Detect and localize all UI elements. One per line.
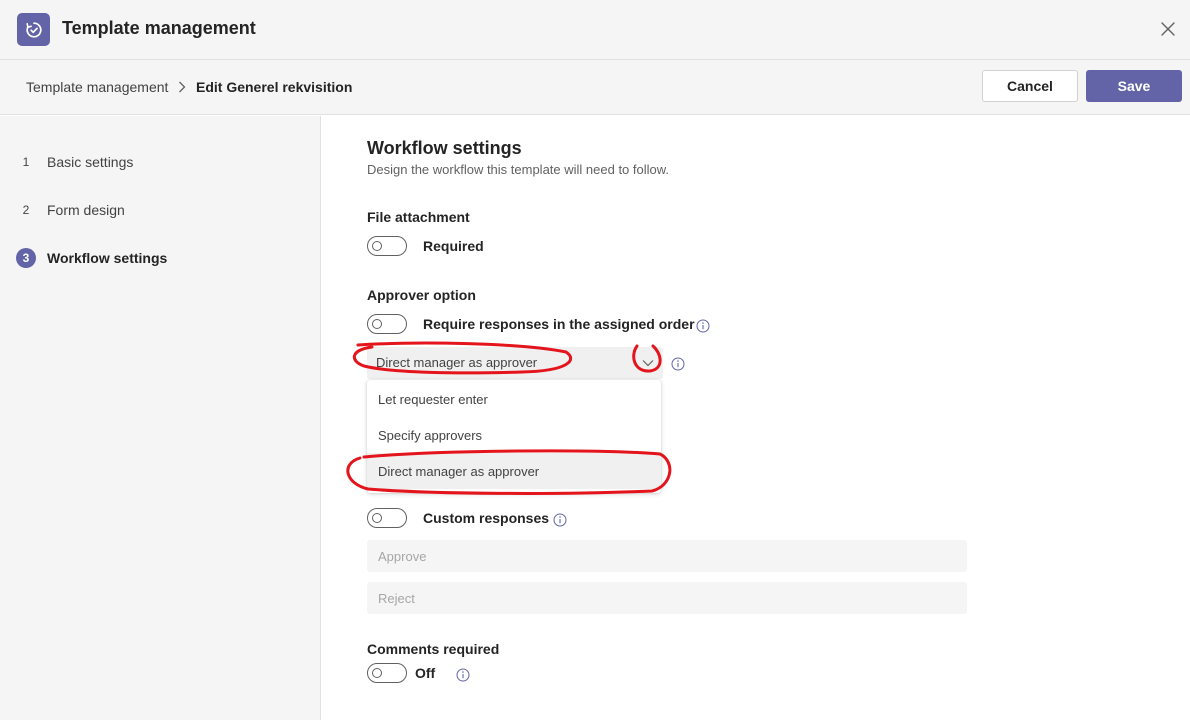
info-icon[interactable]	[553, 513, 567, 527]
info-icon[interactable]	[696, 319, 710, 333]
file-attachment-toggle[interactable]	[367, 236, 407, 256]
approver-select[interactable]: Direct manager as approver	[367, 347, 663, 379]
title-bar: Template management	[0, 0, 1190, 60]
step-workflow-settings[interactable]: 3 Workflow settings	[16, 247, 167, 269]
approver-select-value: Direct manager as approver	[376, 355, 538, 370]
info-icon[interactable]	[671, 357, 685, 371]
step-label: Basic settings	[47, 154, 134, 170]
cancel-button[interactable]: Cancel	[982, 70, 1078, 102]
toggle-knob	[372, 513, 382, 523]
approver-option-label: Approver option	[367, 287, 476, 303]
close-icon[interactable]	[1158, 19, 1178, 39]
chevron-down-icon	[642, 360, 654, 367]
file-attachment-label: File attachment	[367, 209, 470, 225]
approve-response-input[interactable]	[367, 540, 967, 572]
dropdown-option-direct-manager[interactable]: Direct manager as approver	[367, 453, 661, 489]
toggle-knob	[372, 319, 382, 329]
steps-sidebar: 1 Basic settings 2 Form design 3 Workflo…	[0, 116, 321, 720]
step-number: 2	[22, 203, 30, 217]
toggle-knob	[372, 668, 382, 678]
chevron-right-icon	[179, 81, 186, 93]
save-button[interactable]: Save	[1086, 70, 1182, 102]
approver-dropdown-list: Let requester enter Specify approvers Di…	[367, 380, 661, 493]
breadcrumb-current: Edit Generel rekvisition	[196, 79, 353, 95]
breadcrumb-parent-link[interactable]: Template management	[26, 79, 168, 95]
breadcrumb-bar: Template management Edit Generel rekvisi…	[0, 60, 1190, 115]
dropdown-option-specify-approvers[interactable]: Specify approvers	[367, 417, 661, 453]
step-form-design[interactable]: 2 Form design	[16, 199, 125, 221]
approvals-icon	[17, 13, 50, 46]
step-number: 1	[22, 155, 30, 169]
comments-required-label: Comments required	[367, 641, 500, 657]
file-attachment-toggle-label: Required	[423, 238, 484, 254]
assigned-order-toggle-label: Require responses in the assigned order	[423, 316, 695, 332]
comments-required-toggle-label: Off	[415, 665, 436, 681]
custom-responses-toggle[interactable]	[367, 508, 407, 528]
section-title: Workflow settings	[367, 138, 522, 158]
step-label: Workflow settings	[47, 250, 168, 266]
step-number: 3	[16, 248, 36, 268]
section-subtitle: Design the workflow this template will n…	[367, 162, 670, 177]
step-basic-settings[interactable]: 1 Basic settings	[16, 151, 134, 173]
custom-responses-toggle-label: Custom responses	[423, 510, 550, 526]
assigned-order-toggle[interactable]	[367, 314, 407, 334]
comments-required-toggle[interactable]	[367, 663, 407, 683]
toggle-knob	[372, 241, 382, 251]
info-icon[interactable]	[456, 668, 470, 682]
dropdown-option-let-requester-enter[interactable]: Let requester enter	[367, 381, 661, 417]
reject-response-input[interactable]	[367, 582, 967, 614]
step-label: Form design	[47, 202, 125, 218]
app-title: Template management	[62, 18, 256, 38]
workflow-settings-panel: Workflow settings Design the workflow th…	[322, 116, 1190, 720]
